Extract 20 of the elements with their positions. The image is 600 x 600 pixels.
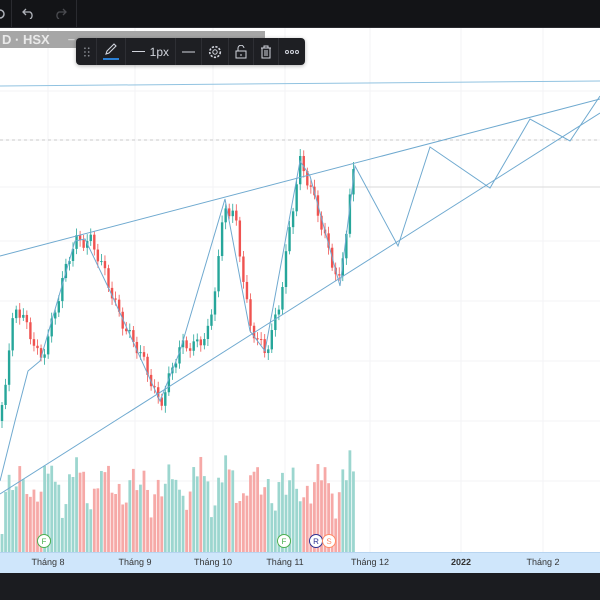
drag-handle-icon[interactable]	[84, 46, 90, 56]
event-marker[interactable]: S	[322, 534, 336, 548]
padlock-icon	[235, 44, 247, 58]
undo-icon	[22, 8, 34, 19]
axis-label: Tháng 2	[526, 557, 560, 567]
settings-icon	[208, 44, 222, 58]
axis-label: 2022	[450, 557, 472, 567]
pencil-icon	[104, 43, 118, 56]
symbol-label: D · HSX	[2, 32, 50, 47]
collapse-button[interactable]: −	[64, 32, 80, 47]
trash-icon	[260, 44, 272, 58]
line-icon	[182, 50, 195, 52]
axis-label: Tháng 10	[194, 557, 232, 567]
axis-label: Tháng 12	[350, 557, 390, 567]
axis-label: Tháng 11	[266, 557, 304, 567]
axis-label: Tháng 8	[31, 557, 65, 567]
redo-icon	[54, 8, 66, 19]
more-icon	[285, 50, 299, 54]
axis-label: Tháng 9	[118, 557, 152, 567]
line-width-button[interactable]: 1px	[124, 38, 175, 65]
